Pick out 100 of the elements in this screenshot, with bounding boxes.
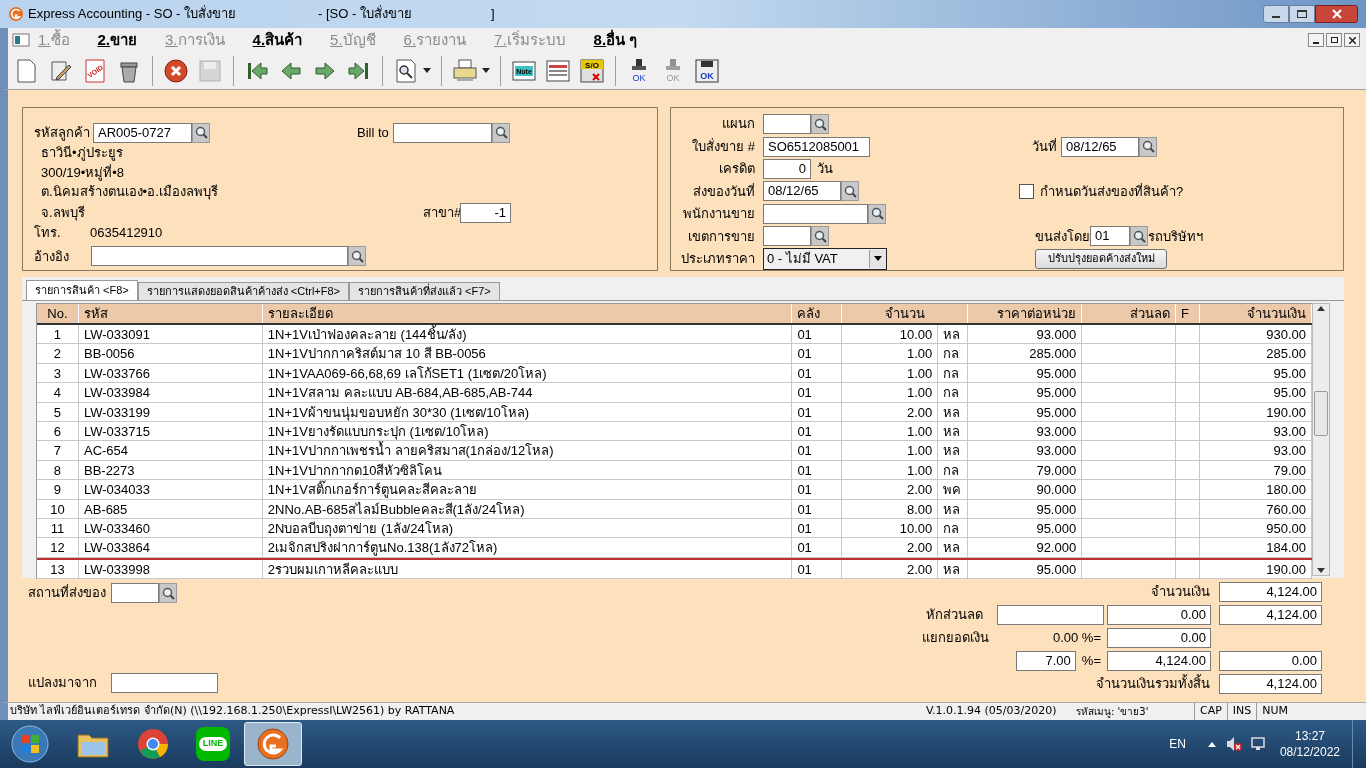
search-button[interactable] [192,122,210,143]
amount-field[interactable]: 4,124.00 [1219,605,1322,625]
table-cell: BB-0056 [78,344,263,364]
table-row[interactable]: 11 LW-033460 2Nบอลบีบถุงตาข่าย (1ลัง/24โหล) 01 10.00 กล 95.000 950.00 [37,518,1312,539]
search-button[interactable] [348,246,366,267]
input-field[interactable] [763,114,811,135]
tab[interactable]: รายการสินค้า <F8> [26,280,138,300]
table-cell: 93.00 [1200,421,1312,442]
clock-date[interactable]: 08/12/2022 [1279,744,1340,760]
muted-speaker-icon[interactable] [1225,736,1242,752]
maximize-button[interactable] [1289,5,1315,23]
column-header: ราคาต่อหน่วย [968,304,1083,323]
amount-field[interactable]: 4,124.00 [1107,651,1211,671]
table-cell: 1N+1Vปากกาเพชรน้ำ ลายคริสมาส(1กล่อง/12โหล) [262,441,793,461]
taskbar-app[interactable] [244,722,302,766]
table-cell: พค [938,480,969,500]
input-field[interactable]: 08/12/65 [1061,136,1139,157]
price-type-dropdown[interactable]: 0 - ไม่มี VAT [763,247,887,270]
table-row[interactable]: 6 LW-033715 1N+1Vยางรัดแบบกระปุก (1เซต/10โหล) 01 1.00 หล 93.000 93.00 [37,421,1312,442]
close-button[interactable] [1344,33,1360,47]
minimize-button[interactable] [1308,33,1324,47]
search-button[interactable] [1130,226,1148,247]
search-button[interactable] [811,114,829,135]
input-field[interactable] [111,583,159,603]
table-cell: 01 [792,402,843,422]
table-cell: 184.00 [1200,538,1312,558]
checkbox[interactable] [1019,183,1034,199]
input-field[interactable]: -1 [460,202,511,223]
field-label: จำนวนเงิน [1151,583,1210,602]
table-cell: หล [938,402,969,422]
close-button[interactable] [1315,5,1358,23]
table-row[interactable]: 12 LW-033864 2เมจิกสปริงฝาการ์ตูนNo.138(1ลัง72โหล) 01 2.00 หล 92.000 184.00 [37,538,1312,558]
menu-item[interactable]: 8.อื่น ๆ [593,28,638,52]
search-button[interactable] [811,226,829,247]
table-cell: 1N+1VAA069-66,68,69 เลโก้SET1 (1เซต/20โหล) [262,363,793,384]
table-row[interactable]: 7 AC-654 1N+1Vปากกาเพชรน้ำ ลายคริสมาส(1กล่อง/12โหล) 01 1.00 หล 93.000 93.00 [37,441,1312,461]
table-cell: หล [938,325,969,345]
search-icon [813,229,827,243]
search-button[interactable] [1139,136,1157,157]
caret-icon[interactable] [482,68,490,73]
input-field[interactable]: 0 [763,159,811,180]
amount-field[interactable]: 0.00 [1219,651,1322,671]
table-cell: 12 [37,538,79,558]
input-field[interactable]: AR005-0727 [93,122,192,143]
input-field[interactable]: 08/12/65 [763,181,841,202]
table-row[interactable]: 9 LW-034033 1N+1Vสติ๊กเกอร์การ์ตูนคละสีคละลาย 01 2.00 พค 90.000 180.00 [37,480,1312,500]
amount-field[interactable]: 0.00 [1107,628,1211,648]
input-field[interactable] [111,673,218,693]
table-row[interactable]: 1 LW-033091 1N+1Vเป่าฟองคละลาย (144ชิ้น/ลัง) 01 10.00 หล 93.000 930.00 [37,325,1312,345]
table-row[interactable]: 13 LW-033998 2รวบผมเกาหลีคละแบบ 01 2.00 หล 95.000 190.00 [37,557,1312,580]
table-cell: 01 [792,518,843,539]
search-icon [843,184,857,198]
tab[interactable]: รายการสินค้าที่ส่งแล้ว <F7> [349,282,500,300]
tab[interactable]: รายการแสดงยอดสินค้าค้างส่ง <Ctrl+F8> [137,282,350,300]
table-cell: 285.00 [1200,344,1312,364]
table-cell: 2.00 [842,538,939,558]
menu-item[interactable]: 4.สินค้า [252,28,303,52]
input-field[interactable] [763,203,868,224]
caret-icon[interactable] [423,68,431,73]
input-field[interactable] [91,246,348,267]
scroll-up-icon[interactable] [1317,306,1325,311]
search-button[interactable] [492,122,510,143]
search-button[interactable] [159,583,177,603]
search-button[interactable] [868,203,886,224]
input-field[interactable]: SO6512085001 [763,136,870,157]
field-label: วันที่ [1032,137,1057,156]
restore-button[interactable] [1326,33,1342,47]
amount-field[interactable]: 0.00 [1107,605,1211,625]
table-row[interactable]: 4 LW-033984 1N+1Vสลาม คละแบบ AB-684,AB-685,AB-744 01 1.00 กล 95.000 95.00 [37,383,1312,403]
clock-time[interactable]: 13:27 [1294,728,1325,744]
table-row[interactable]: 5 LW-033199 1N+1Vผ้าขนนุ่มขอบหยัก 30*30 (1เซต/10โหล) 01 2.00 หล 95.000 190.00 [37,402,1312,422]
table-row[interactable]: 8 BB-2273 1N+1Vปากกากด10สีหัวซิลิโคน 01 1.00 กล 79.000 79.00 [37,460,1312,481]
input-field[interactable]: 01 [1090,226,1130,247]
refresh-backorder-button[interactable]: ปรับปรุงยอดค้างส่งใหม่ [1035,248,1167,269]
menu-item[interactable]: 2.ขาย [97,28,138,52]
key-indicator: NUM [1256,703,1294,720]
table-cell: 1N+1Vเป่าฟองคละลาย (144ชิ้น/ลัง) [262,325,793,345]
field-label: สถานที่ส่งของ [28,583,107,603]
input-field[interactable] [763,226,811,247]
table-cell: 2รวบผมเกาหลีคละแบบ [262,559,793,580]
table-row[interactable]: 10 AB-685 2NNo.AB-685สไลม์Bubbleคละสี(1ลัง/24โหล) 01 8.00 หล 95.000 760.00 [37,499,1312,519]
network-icon[interactable] [1249,736,1266,752]
search-button[interactable] [841,181,859,202]
total-field[interactable]: 4,124.00 [1219,674,1322,694]
version-text: V.1.0.1.94 (05/03/2020) [926,703,1058,720]
scroll-thumb[interactable] [1314,391,1328,436]
vat-rate-field[interactable]: 7.00 [1015,651,1076,671]
input-field[interactable] [393,122,492,143]
chevron-up-icon[interactable] [1207,741,1216,747]
scrollbar[interactable] [1312,303,1330,576]
amount-field[interactable]: 4,124.00 [1219,582,1322,602]
table-cell: 4 [37,383,79,403]
scroll-down-icon[interactable] [1317,568,1325,573]
minimize-button[interactable] [1263,5,1289,23]
table-row[interactable]: 2 BB-0056 1N+1Vปากกาคริสต์มาส 10 สี BB-0056 01 1.00 กล 285.000 285.00 [37,344,1312,364]
table-row[interactable]: 3 LW-033766 1N+1VAA069-66,68,69 เลโก้SET1 (1เซต/20โหล) 01 1.00 กล 95.000 95.00 [37,363,1312,384]
language-indicator[interactable]: EN [1169,735,1186,753]
table-cell: 95.000 [968,518,1083,539]
table-cell: 79.00 [1200,460,1312,481]
discount-input[interactable] [997,605,1104,625]
